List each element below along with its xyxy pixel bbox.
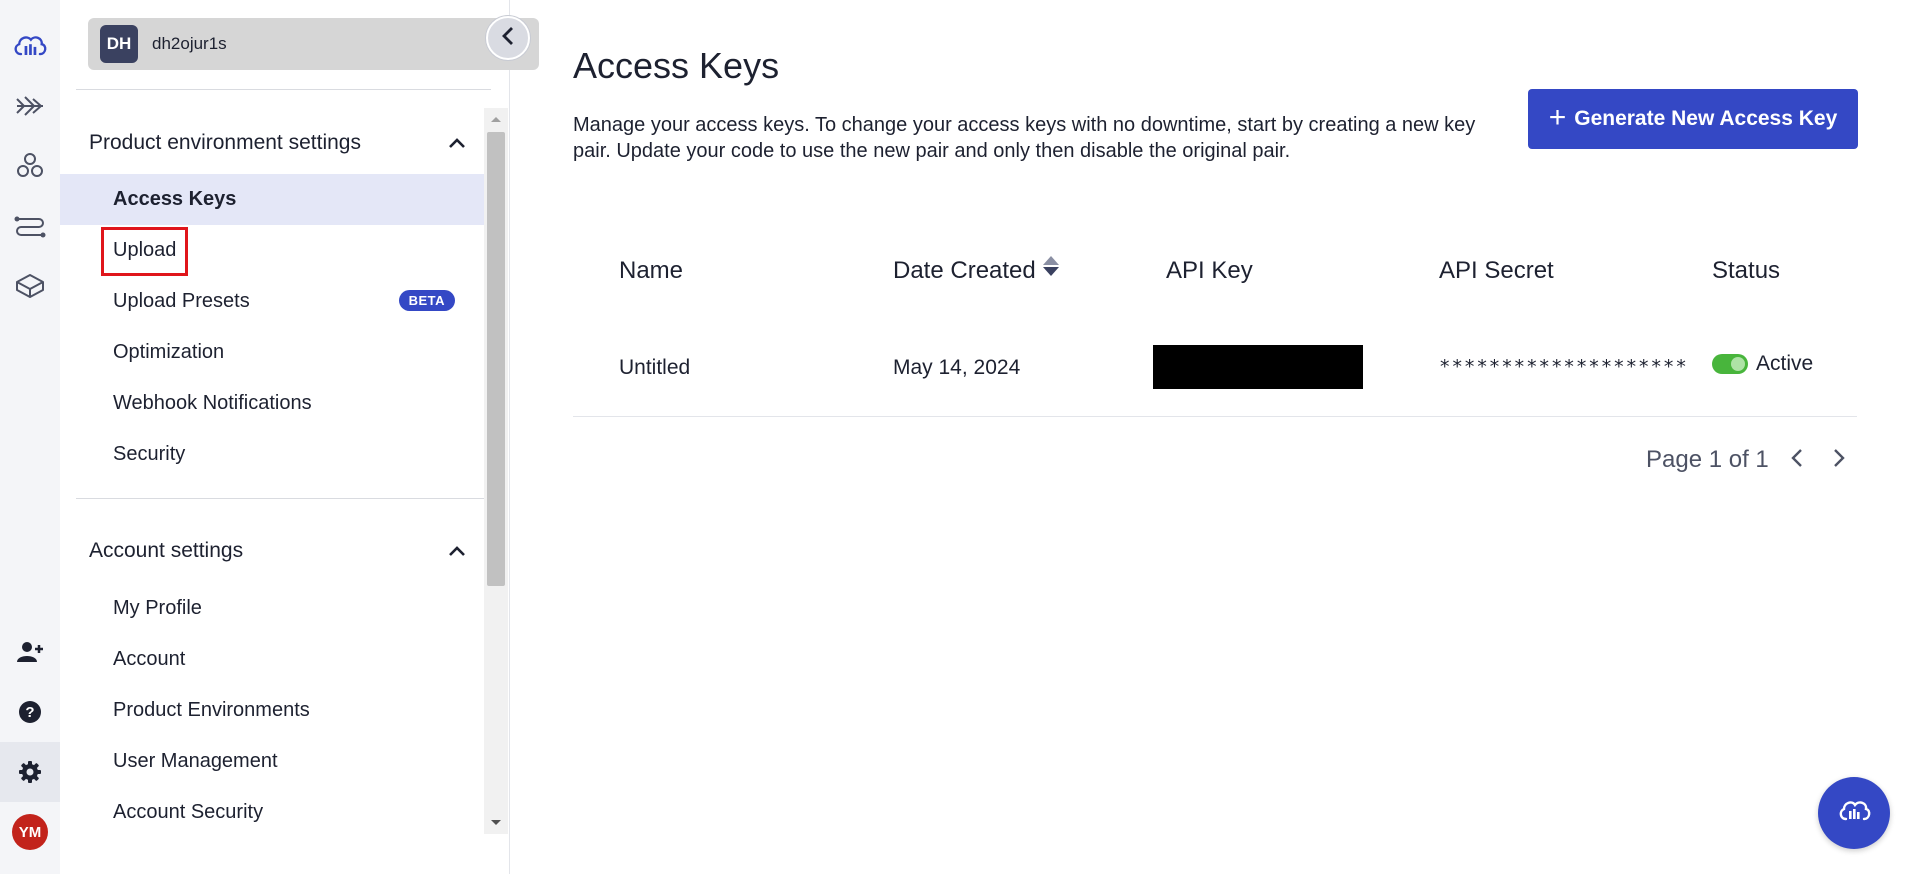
support-chat-button[interactable] (1818, 777, 1890, 849)
svg-text:?: ? (25, 704, 34, 721)
section-title: Account settings (89, 539, 244, 562)
scrollbar-thumb[interactable] (487, 132, 505, 586)
status-toggle[interactable] (1712, 354, 1748, 374)
sidebar-item-label: Upload Presets (113, 290, 250, 312)
sidebar-item-label: Security (113, 443, 186, 465)
scroll-up-arrow-icon[interactable] (484, 110, 508, 128)
previous-page-button[interactable] (1783, 446, 1811, 474)
column-header-label: Date Created (893, 257, 1036, 284)
user-avatar-initials: YM (12, 814, 48, 850)
sidebar-item-label: Optimization (113, 341, 225, 363)
scroll-down-arrow-icon[interactable] (484, 814, 508, 832)
sort-icon[interactable] (1042, 254, 1060, 285)
sidebar-item-user-management[interactable]: User Management (60, 736, 484, 787)
sidebar-item-label: Access Keys (113, 188, 237, 210)
chevron-left-icon (501, 26, 515, 51)
api-key-redacted (1153, 345, 1363, 389)
sidebar-item-upload[interactable]: Upload (60, 225, 484, 276)
sidebar-item-optimization[interactable]: Optimization (60, 327, 484, 378)
key-date-created: May 14, 2024 (893, 356, 1021, 379)
media-flows-icon[interactable] (12, 88, 48, 124)
page-description: Manage your access keys. To change your … (573, 114, 1476, 162)
generate-button-label: Generate New Access Key (1574, 107, 1838, 130)
sidebar-item-label: Webhook Notifications (113, 392, 312, 414)
assets-cube-icon[interactable] (12, 268, 48, 304)
row-divider (573, 416, 1857, 417)
next-page-button[interactable] (1825, 446, 1853, 474)
column-header-api-secret: API Secret (1439, 257, 1554, 284)
column-header-name: Name (619, 257, 684, 284)
section-product-environment-settings[interactable]: Product environment settings (89, 129, 469, 157)
chevron-right-icon (1833, 448, 1845, 473)
key-name: Untitled (619, 356, 691, 379)
column-header-status: Status (1712, 257, 1781, 284)
status-text: Active (1756, 352, 1814, 375)
sidebar-item-my-profile[interactable]: My Profile (60, 583, 484, 634)
chevron-left-icon (1791, 448, 1803, 473)
sidebar-item-account-security[interactable]: Account Security (60, 787, 484, 834)
integrations-icon[interactable] (12, 148, 48, 184)
chevron-up-icon (445, 131, 469, 155)
settings-sidebar: DH dh2ojur1s Product environment setting… (60, 0, 539, 874)
sidebar-item-label: User Management (113, 750, 278, 772)
beta-badge: BETA (398, 290, 455, 311)
highlight-box (101, 227, 189, 276)
sidebar-item-account[interactable]: Account (60, 634, 484, 685)
sidebar-item-label: Product Environments (113, 699, 310, 721)
main-content: Access Keys Manage your access keys. To … (573, 0, 1915, 874)
sidebar-divider (76, 498, 484, 499)
icon-rail: ? YM (0, 0, 60, 874)
sidebar-item-security[interactable]: Security (60, 429, 484, 480)
sidebar-item-label: My Profile (113, 597, 202, 619)
environment-name: dh2ojur1s (152, 34, 227, 53)
sidebar-item-product-environments[interactable]: Product Environments (60, 685, 484, 736)
column-header-api-key: API Key (1166, 257, 1253, 284)
pagination: Page 1 of 1 (1646, 446, 1853, 474)
collapse-sidebar-button[interactable] (486, 16, 530, 60)
environment-selector[interactable]: DH dh2ojur1s (88, 18, 539, 70)
cloud-icon (1837, 798, 1871, 829)
pagination-label: Page 1 of 1 (1646, 446, 1769, 473)
app: ? YM DH dh2ojur1s Product environment se… (0, 0, 1915, 874)
sidebar-item-upload-presets[interactable]: Upload Presets BETA (60, 276, 484, 327)
api-secret-masked[interactable]: ******************** (1439, 356, 1688, 378)
settings-gear-icon[interactable] (0, 742, 60, 802)
sidebar-item-webhook-notifications[interactable]: Webhook Notifications (60, 378, 484, 429)
cloudinary-logo-icon[interactable] (12, 28, 48, 64)
sidebar-item-access-keys[interactable]: Access Keys (60, 174, 484, 225)
add-user-icon[interactable] (0, 622, 60, 682)
page-title: Access Keys (573, 45, 780, 86)
help-icon[interactable]: ? (0, 682, 60, 742)
chevron-up-icon (445, 539, 469, 563)
plus-icon: + (1548, 100, 1567, 134)
sidebar-item-label: Account Security (113, 801, 264, 823)
generate-new-access-key-button[interactable]: + Generate New Access Key (1528, 89, 1858, 149)
sidebar-divider (76, 89, 491, 90)
sidebar-item-label: Account (113, 648, 186, 670)
user-avatar[interactable]: YM (0, 802, 60, 862)
status-cell: Active (1712, 352, 1813, 376)
section-title: Product environment settings (89, 131, 361, 154)
settings-nav: Product environment settings Access Keys… (60, 108, 484, 834)
routes-icon[interactable] (12, 208, 48, 244)
column-header-date-created[interactable]: Date Created (893, 254, 1060, 285)
section-account-settings[interactable]: Account settings (89, 537, 469, 565)
sidebar-scrollbar[interactable] (484, 108, 508, 834)
environment-avatar: DH (100, 25, 138, 63)
